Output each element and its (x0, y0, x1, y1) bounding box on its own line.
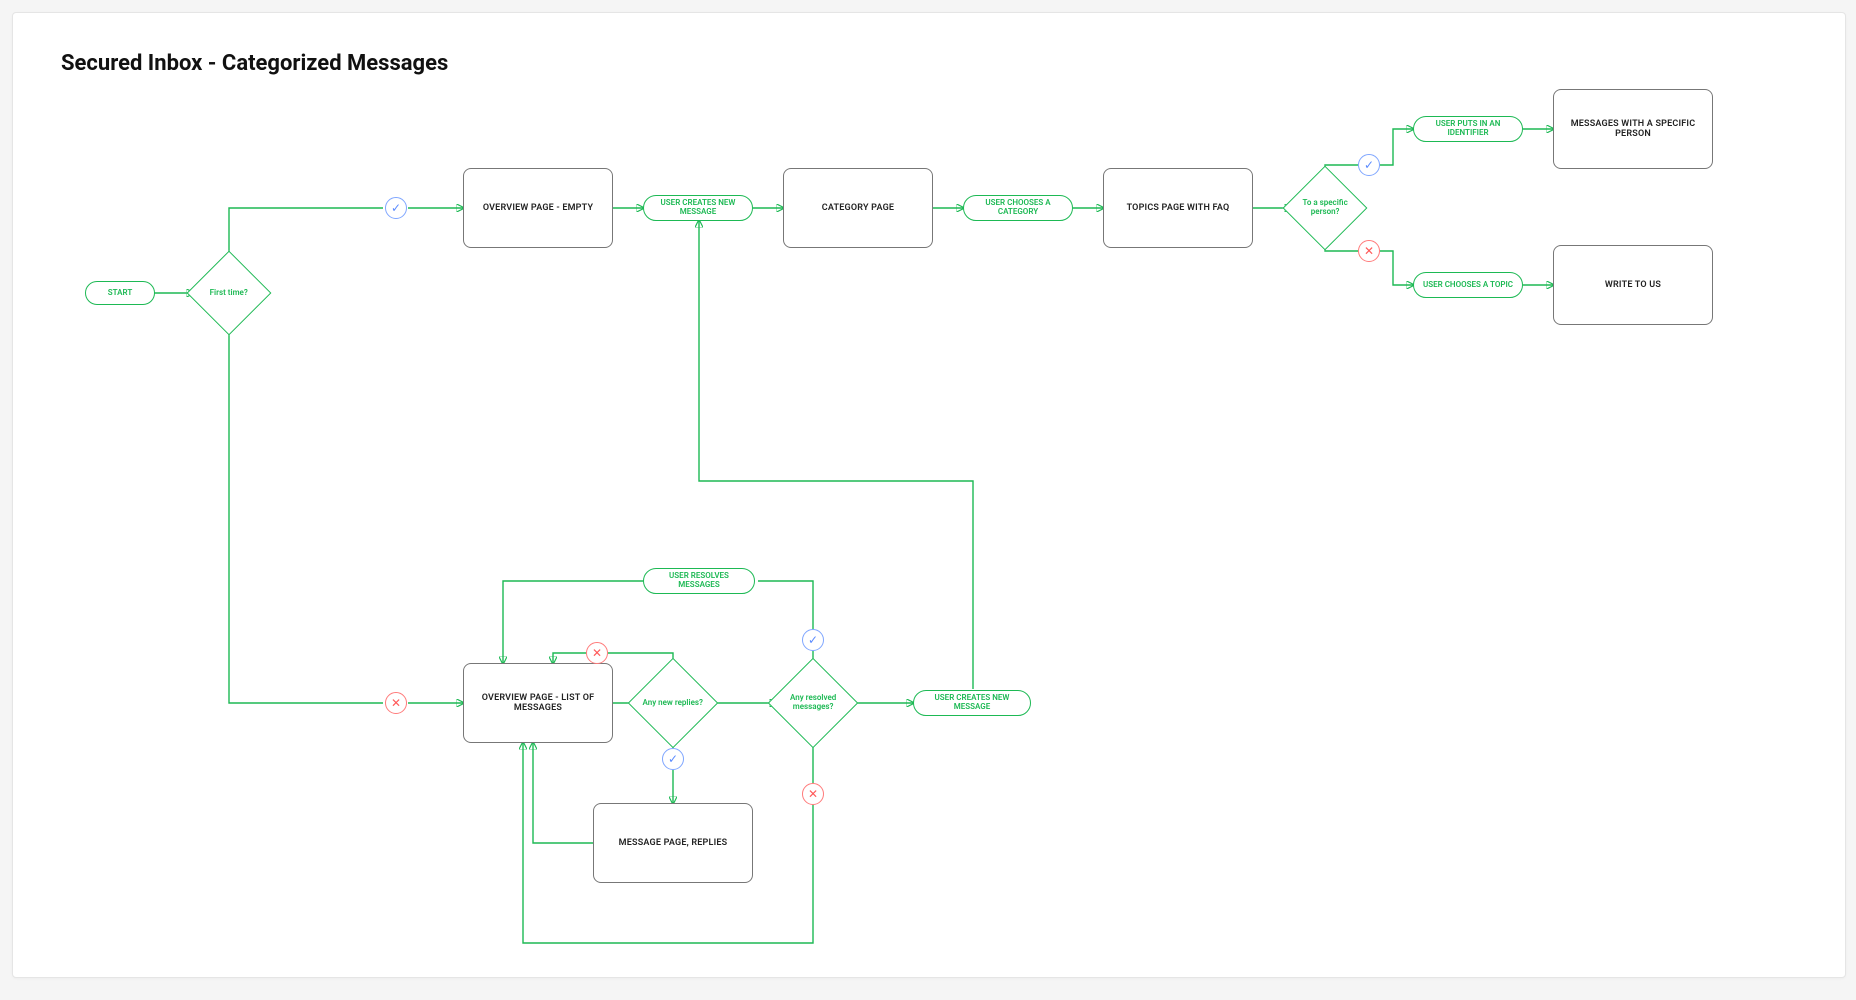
action-user-resolves-messages: USER RESOLVES MESSAGES (643, 568, 755, 594)
action-user-chooses-topic: USER CHOOSES A TOPIC (1413, 272, 1523, 298)
decision-any-new-replies-label: Any new replies? (642, 699, 704, 708)
no-marker-resolved: ✕ (802, 783, 824, 805)
action-user-puts-identifier: USER PUTS IN AN IDENTIFIER (1413, 116, 1523, 142)
decision-any-resolved-label: Any resolved messages? (782, 694, 844, 712)
yes-marker-new-replies: ✓ (662, 748, 684, 770)
diagram-canvas: Secured Inbox - Categorized Messages (12, 12, 1846, 978)
node-write-to-us: WRITE TO US (1553, 245, 1713, 325)
node-topics-page: TOPICS PAGE WITH FAQ (1103, 168, 1253, 248)
node-overview-list: OVERVIEW PAGE - LIST OF MESSAGES (463, 663, 613, 743)
action-user-chooses-category: USER CHOOSES A CATEGORY (963, 195, 1073, 221)
yes-marker-specific: ✓ (1358, 154, 1380, 176)
node-category-page: CATEGORY PAGE (783, 168, 933, 248)
decision-to-specific-person-label: To a specific person? (1296, 199, 1354, 217)
yes-marker-first-time: ✓ (385, 197, 407, 219)
action-user-creates-new-2: USER CREATES NEW MESSAGE (913, 690, 1031, 716)
node-messages-specific: MESSAGES WITH A SPECIFIC PERSON (1553, 89, 1713, 169)
node-message-page: MESSAGE PAGE, REPLIES (593, 803, 753, 883)
decision-first-time: First time? (187, 251, 272, 336)
yes-marker-resolved: ✓ (802, 629, 824, 651)
decision-first-time-label: First time? (200, 289, 258, 298)
action-user-creates-new-1: USER CREATES NEW MESSAGE (643, 195, 753, 221)
node-start: START (85, 281, 155, 305)
node-overview-empty: OVERVIEW PAGE - EMPTY (463, 168, 613, 248)
no-marker-new-replies: ✕ (586, 642, 608, 664)
no-marker-specific: ✕ (1358, 240, 1380, 262)
decision-to-specific-person: To a specific person? (1283, 166, 1368, 251)
no-marker-first-time: ✕ (385, 692, 407, 714)
diagram-title: Secured Inbox - Categorized Messages (61, 51, 448, 76)
decision-any-resolved: Any resolved messages? (768, 658, 859, 749)
decision-any-new-replies: Any new replies? (628, 658, 719, 749)
